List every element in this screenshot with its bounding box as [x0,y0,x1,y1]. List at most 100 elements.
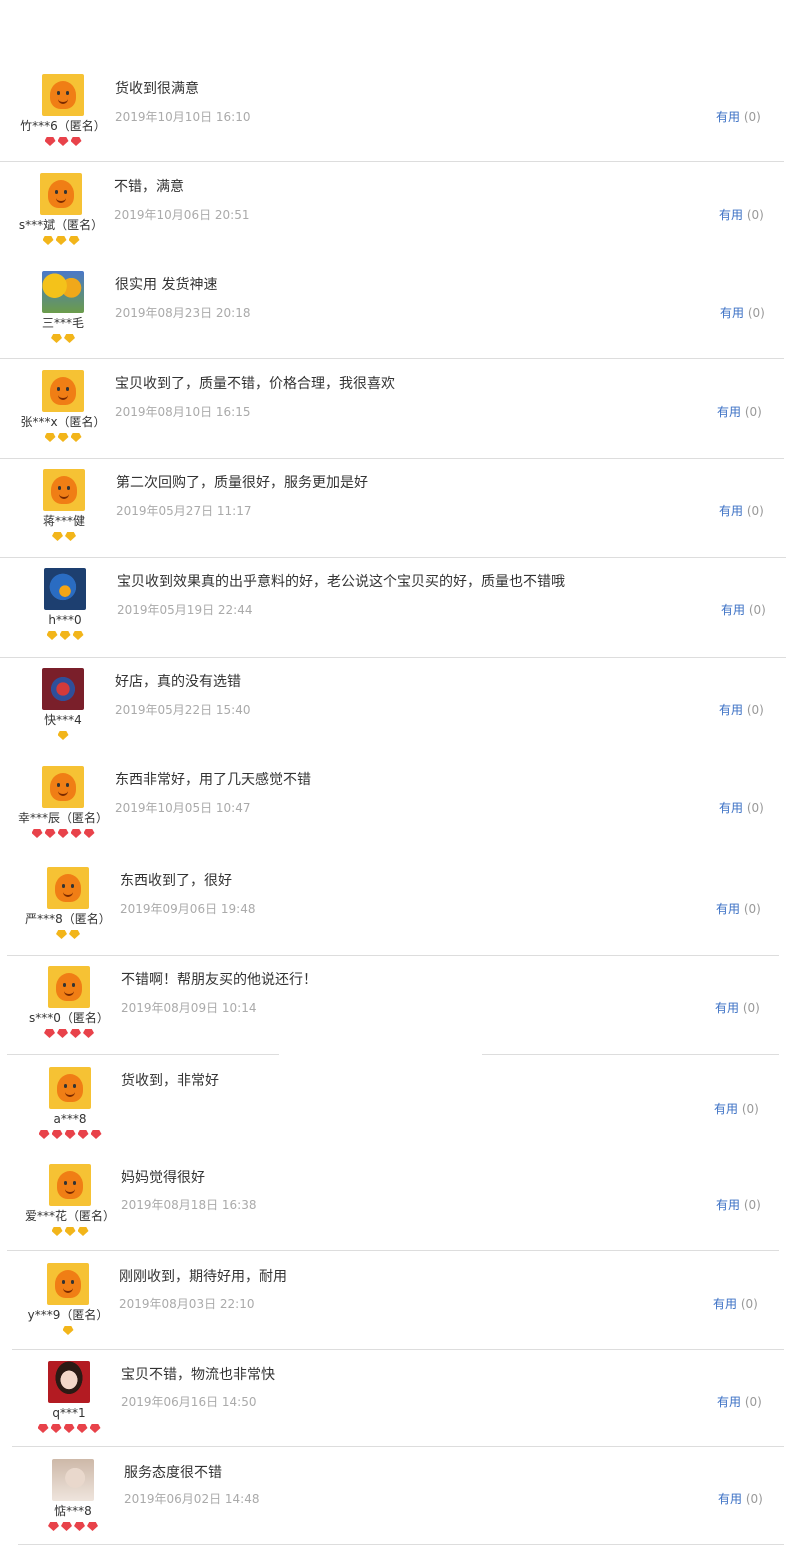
review-text: 货收到，非常好 [121,1073,219,1089]
reviewer-name: 快***4 [44,713,82,727]
useful-button[interactable]: 有用 (0) [719,502,764,519]
reviewer: 蒋***健 [9,469,119,544]
useful-label[interactable]: 有用 [720,306,744,320]
useful-label[interactable]: 有用 [721,603,745,617]
useful-count: (0) [738,1102,759,1116]
useful-button[interactable]: 有用 (0) [716,900,761,917]
reviewer: s***0（匿名） [14,966,124,1041]
useful-button[interactable]: 有用 (0) [717,1393,762,1410]
avatar[interactable] [42,668,84,710]
useful-label[interactable]: 有用 [719,703,743,717]
avatar[interactable] [42,766,84,808]
review-date: 2019年08月09日 10:14 [121,1001,257,1015]
review-text: 好店，真的没有选错 [115,674,241,690]
useful-count: (0) [737,1297,758,1311]
review-text: 妈妈觉得很好 [121,1170,205,1186]
divider [482,1054,779,1055]
reviewer: h***0 [10,568,120,643]
red-diamond-icon [57,1029,68,1038]
review-date: 2019年10月05日 10:47 [115,801,251,815]
reviewer: 竹***6（匿名） [8,74,118,149]
yellow-diamond-icon [47,631,58,640]
avatar[interactable] [42,74,84,116]
avatar[interactable] [47,1263,89,1305]
useful-button[interactable]: 有用 (0) [715,999,760,1016]
reputation-badges [15,1130,125,1142]
red-diamond-icon [91,1130,102,1139]
review-text: 很实用 发货神速 [115,277,218,293]
useful-label[interactable]: 有用 [716,902,740,916]
useful-label[interactable]: 有用 [717,405,741,419]
useful-label[interactable]: 有用 [714,1102,738,1116]
useful-button[interactable]: 有用 (0) [721,601,766,618]
useful-button[interactable]: 有用 (0) [716,1196,761,1213]
reviewer: 三***毛 [8,271,118,346]
useful-label[interactable]: 有用 [719,504,743,518]
reputation-badges [10,631,120,643]
useful-label[interactable]: 有用 [716,110,740,124]
red-diamond-icon [52,1130,63,1139]
reviewer-name: 惦***8 [54,1504,92,1518]
useful-label[interactable]: 有用 [719,801,743,815]
review-text: 宝贝不错，物流也非常快 [121,1367,275,1383]
reviewer-name: 爱***花（匿名） [24,1209,115,1223]
useful-button[interactable]: 有用 (0) [719,799,764,816]
avatar[interactable] [48,1361,90,1403]
avatar[interactable] [42,271,84,313]
useful-button[interactable]: 有用 (0) [714,1100,759,1117]
reviewer-name: s***0（匿名） [29,1011,109,1025]
useful-count: (0) [744,306,765,320]
reputation-badges [13,1326,123,1338]
useful-button[interactable]: 有用 (0) [719,701,764,718]
useful-label[interactable]: 有用 [715,1001,739,1015]
avatar[interactable] [40,173,82,215]
avatar[interactable] [52,1459,94,1501]
useful-label[interactable]: 有用 [716,1198,740,1212]
divider [7,955,779,956]
reviewer: 爱***花（匿名） [15,1164,125,1239]
useful-label[interactable]: 有用 [717,1395,741,1409]
red-diamond-icon [74,1522,85,1531]
reviewer-name: 竹***6（匿名） [20,119,106,133]
red-diamond-icon [45,829,56,838]
yellow-diamond-icon [65,1227,76,1236]
avatar[interactable] [47,867,89,909]
review-date: 2019年08月03日 22:10 [119,1297,255,1311]
useful-label[interactable]: 有用 [718,1492,742,1506]
review-date: 2019年08月10日 16:15 [115,405,251,419]
avatar[interactable] [42,370,84,412]
review-date: 2019年06月02日 14:48 [124,1492,260,1506]
red-diamond-icon [45,137,56,146]
avatar[interactable] [43,469,85,511]
avatar[interactable] [49,1164,91,1206]
yellow-diamond-icon [43,236,54,245]
yellow-diamond-icon [69,930,80,939]
yellow-diamond-icon [58,731,69,740]
yellow-diamond-icon [58,433,69,442]
useful-button[interactable]: 有用 (0) [716,108,761,125]
reputation-badges [8,829,118,841]
reviewer-name: s***斌（匿名） [18,218,104,232]
useful-button[interactable]: 有用 (0) [720,304,765,321]
avatar[interactable] [44,568,86,610]
useful-button[interactable]: 有用 (0) [718,1490,763,1507]
red-diamond-icon [65,1130,76,1139]
useful-button[interactable]: 有用 (0) [713,1295,758,1312]
reviewer: 快***4 [8,668,118,743]
useful-button[interactable]: 有用 (0) [717,403,762,420]
reviewer: s***斌（匿名） [6,173,116,248]
review-date: 2019年10月10日 16:10 [115,110,251,124]
useful-label[interactable]: 有用 [719,208,743,222]
useful-count: (0) [739,1001,760,1015]
reputation-badges [18,1522,128,1534]
useful-button[interactable]: 有用 (0) [719,206,764,223]
yellow-diamond-icon [73,631,84,640]
review-text: 东西非常好，用了几天感觉不错 [115,772,311,788]
reviewer-name: 三***毛 [41,316,84,330]
useful-count: (0) [742,1492,763,1506]
red-diamond-icon [44,1029,55,1038]
review-text: 不错啊！帮朋友买的他说还行！ [121,972,317,988]
avatar[interactable] [49,1067,91,1109]
useful-label[interactable]: 有用 [713,1297,737,1311]
avatar[interactable] [48,966,90,1008]
